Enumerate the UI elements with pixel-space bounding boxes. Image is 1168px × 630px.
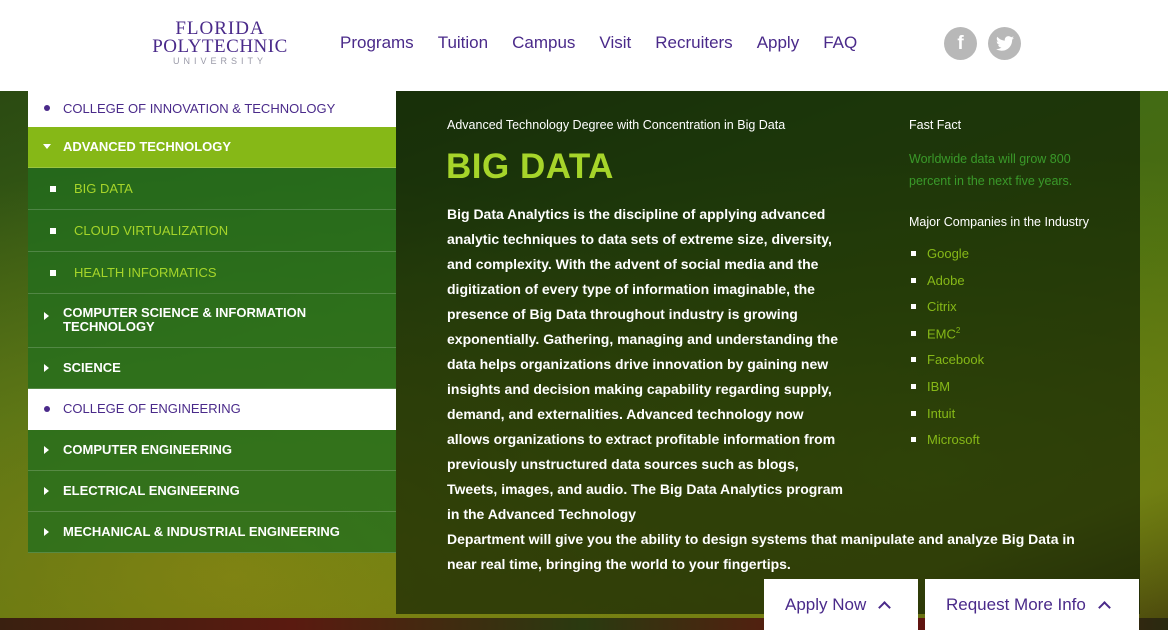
sidebar-item-college-innovation-technology[interactable]: COLLEGE OF INNOVATION & TECHNOLOGY <box>28 91 396 127</box>
list-item: Facebook <box>909 352 984 379</box>
caret-right-icon <box>44 487 49 495</box>
description-text: Big Data Analytics is the discipline of … <box>447 206 843 522</box>
nav-faq[interactable]: FAQ <box>823 33 857 53</box>
sidebar-item-label: COLLEGE OF INNOVATION & TECHNOLOGY <box>63 100 336 116</box>
sidebar-item-health-informatics[interactable]: HEALTH INFORMATICS <box>28 252 396 294</box>
square-bullet-icon <box>50 270 56 276</box>
sidebar-item-label: COMPUTER ENGINEERING <box>63 442 233 457</box>
bullet-icon <box>44 105 50 111</box>
chevron-up-icon <box>1097 601 1111 614</box>
caret-right-icon <box>44 446 49 454</box>
companies-list: Google Adobe Citrix EMC2 Facebook IBM In… <box>909 246 984 459</box>
program-description-continued: Department will give you the ability to … <box>447 527 1107 577</box>
sidebar-item-science[interactable]: SCIENCE <box>28 348 396 389</box>
caret-down-icon <box>43 144 51 149</box>
site-header: FLORIDA POLYTECHNIC UNIVERSITY Programs … <box>0 0 1168 91</box>
twitter-icon[interactable] <box>988 27 1021 60</box>
companies-heading: Major Companies in the Industry <box>909 215 1089 229</box>
caret-right-icon <box>44 312 49 320</box>
nav-tuition[interactable]: Tuition <box>438 33 488 53</box>
description-text: Department will give you the ability to … <box>447 531 1075 572</box>
square-bullet-icon <box>50 228 56 234</box>
square-bullet-icon <box>50 186 56 192</box>
sidebar-item-electrical-engineering[interactable]: ELECTRICAL ENGINEERING <box>28 471 396 512</box>
caret-right-icon <box>44 528 49 536</box>
page-title: BIG DATA <box>446 147 614 186</box>
nav-programs[interactable]: Programs <box>340 33 414 53</box>
nav-apply[interactable]: Apply <box>757 33 800 53</box>
list-item: Citrix <box>909 299 984 326</box>
list-item: Intuit <box>909 406 984 433</box>
list-item: Google <box>909 246 984 273</box>
facebook-icon[interactable]: f <box>944 27 977 60</box>
sidebar-item-label: SCIENCE <box>63 360 121 375</box>
sidebar-item-cloud-virtualization[interactable]: CLOUD VIRTUALIZATION <box>28 210 396 252</box>
button-label: Request More Info <box>946 594 1086 614</box>
company-name: EMC <box>927 326 956 342</box>
logo-line-university: UNIVERSITY <box>172 56 267 66</box>
fast-fact-heading: Fast Fact <box>909 118 962 132</box>
request-more-info-button[interactable]: Request More Info <box>925 579 1139 630</box>
sidebar-item-label: COLLEGE OF ENGINEERING <box>63 401 241 416</box>
sidebar-item-computer-engineering[interactable]: COMPUTER ENGINEERING <box>28 430 396 471</box>
social-links: f <box>944 27 1021 60</box>
nav-campus[interactable]: Campus <box>512 33 575 53</box>
list-item: Adobe <box>909 273 984 300</box>
list-item: IBM <box>909 379 984 406</box>
logo-line-polytechnic: POLYTECHNIC <box>152 36 288 57</box>
sidebar-item-mechanical-industrial-engineering[interactable]: MECHANICAL & INDUSTRIAL ENGINEERING <box>28 512 396 553</box>
nav-recruiters[interactable]: Recruiters <box>655 33 732 53</box>
sidebar-item-label: CLOUD VIRTUALIZATION <box>74 222 229 238</box>
caret-right-icon <box>44 364 49 372</box>
logo-line-florida: FLORIDA <box>175 18 265 39</box>
sidebar-item-label: ELECTRICAL ENGINEERING <box>63 483 240 498</box>
sidebar-item-label: COMPUTER SCIENCE & INFORMATION TECHNOLOG… <box>63 304 307 334</box>
sidebar-item-label: MECHANICAL & INDUSTRIAL ENGINEERING <box>63 524 340 539</box>
sidebar-item-label: BIG DATA <box>74 180 133 196</box>
sidebar-item-label: HEALTH INFORMATICS <box>74 264 217 280</box>
nav-visit[interactable]: Visit <box>599 33 631 53</box>
button-label: Apply Now <box>785 594 867 614</box>
main-nav: Programs Tuition Campus Visit Recruiters… <box>340 33 881 53</box>
superscript: 2 <box>955 325 961 335</box>
sidebar-item-label: ADVANCED TECHNOLOGY <box>63 139 232 154</box>
fast-fact-text: Worldwide data will grow 800 percent in … <box>909 152 1073 188</box>
sidebar-item-advanced-technology[interactable]: ADVANCED TECHNOLOGY <box>28 127 396 168</box>
sidebar-item-big-data[interactable]: BIG DATA <box>28 168 396 210</box>
list-item: EMC2 <box>909 326 984 353</box>
program-subtitle: Advanced Technology Degree with Concentr… <box>447 118 786 132</box>
bullet-icon <box>44 406 50 412</box>
list-item: Microsoft <box>909 432 984 459</box>
sidebar-item-computer-science-it[interactable]: COMPUTER SCIENCE & INFORMATION TECHNOLOG… <box>28 294 396 348</box>
program-content-panel: Advanced Technology Degree with Concentr… <box>396 91 1140 614</box>
chevron-up-icon <box>878 601 892 614</box>
apply-now-button[interactable]: Apply Now <box>764 579 918 630</box>
sidebar-item-college-engineering[interactable]: COLLEGE OF ENGINEERING <box>28 389 396 430</box>
program-sidebar: COLLEGE OF INNOVATION & TECHNOLOGY ADVAN… <box>28 91 396 553</box>
program-description: Big Data Analytics is the discipline of … <box>447 202 847 527</box>
university-logo[interactable]: FLORIDA POLYTECHNIC UNIVERSITY <box>150 18 290 66</box>
